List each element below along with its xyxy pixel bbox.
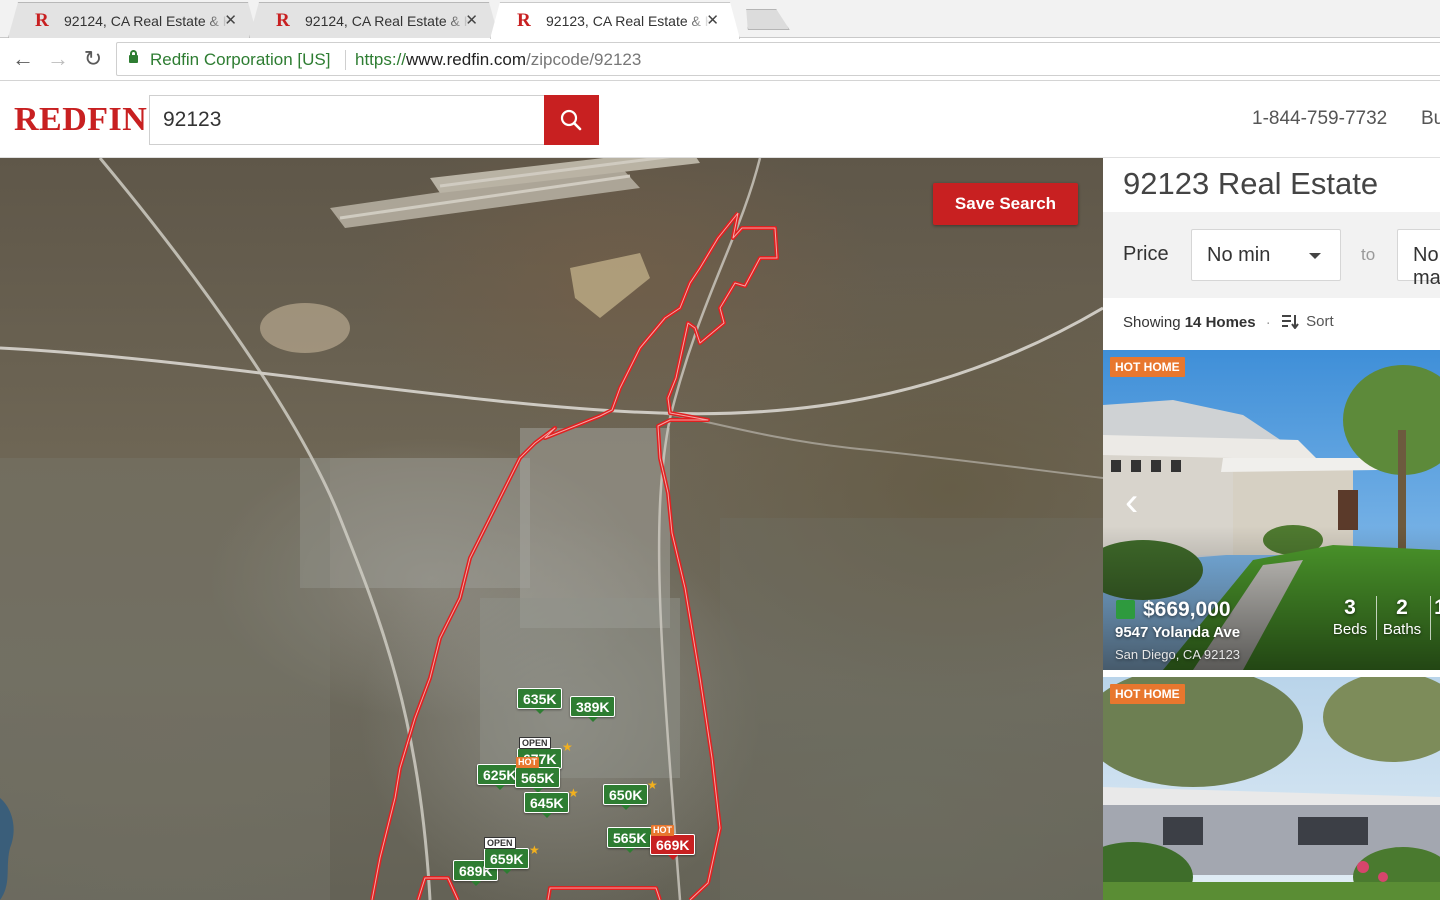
beds-value: 3 [1344,596,1356,619]
results-prefix: Showing [1123,314,1181,331]
results-panel: 92123 Real Estate Price No min to No max… [1103,158,1440,900]
map-price-pin[interactable]: 635K [517,688,563,714]
page-title: 92123 Real Estate [1123,166,1379,201]
tab-title: 92124, CA Real Estate & Homes for Sale [305,13,470,29]
baths-label: Baths [1382,621,1422,638]
listing-card[interactable]: HOT HOME [1103,677,1440,900]
tab-close-icon[interactable]: ✕ [465,11,478,29]
open-house-badge: OPEN [519,737,551,749]
airfield [330,158,700,228]
map-terrain [0,158,1103,900]
browser-tabstrip: R 92124, CA Real Estate & Homes for Sale… [0,0,1440,38]
redfin-favicon-icon: R [35,10,49,31]
sqft-value: 1 [1434,596,1440,620]
house-icon [1116,600,1135,619]
listing-photo [1103,677,1440,900]
tab-close-icon[interactable]: ✕ [706,11,719,29]
price-filter-bar: Price No min to No max [1103,212,1440,298]
price-max-value: No max [1413,244,1440,289]
sort-button[interactable]: Sort [1281,313,1334,330]
map-price-pin[interactable]: 650K [603,784,649,810]
redfin-logo[interactable]: REDFIN [14,101,147,139]
lock-icon [129,50,138,63]
security-label: Redfin Corporation [US] [150,50,331,69]
hot-home-badge: HOT HOME [1110,357,1185,377]
price-max-select[interactable]: No max [1397,229,1440,289]
results-number: 14 Homes [1184,314,1256,331]
forward-arrow-icon[interactable]: → [45,47,71,73]
listing-baths: 2 Baths [1381,596,1423,638]
browser-tab-3-active[interactable]: R 92123, CA Real Estate & Homes for Sale… [490,2,740,39]
redfin-favicon-icon: R [517,10,531,31]
tab-title: 92123, CA Real Estate & Homes for Sale [546,13,711,29]
price-label: Price [1123,243,1169,265]
url-text[interactable]: https://www.redfin.com/zipcode/92123 [355,50,641,70]
url-scheme: https:// [355,50,407,69]
favorite-star-icon: ★ [562,740,573,754]
save-search-button[interactable]: Save Search [933,183,1078,225]
listing-address[interactable]: 9547 Yolanda Ave [1115,624,1240,641]
price-to-label: to [1361,245,1376,264]
favorite-star-icon: ★ [568,786,579,800]
open-house-badge: OPEN [484,837,516,849]
address-divider [345,50,346,70]
photo-prev-chevron-icon[interactable]: ‹ [1125,480,1138,525]
hot-home-badge: HOT HOME [1110,684,1185,704]
map-price-pin[interactable]: 565K [515,767,561,793]
back-arrow-icon[interactable]: ← [10,47,36,73]
hot-badge: HOT [516,757,539,768]
new-tab-button[interactable] [740,9,790,30]
listing-price: $669,000 [1143,598,1231,621]
stat-divider [1430,596,1431,640]
tab-title: 92124, CA Real Estate & Homes for Sale [64,13,229,29]
address-bar[interactable]: Redfin Corporation [US] https://www.redf… [116,42,1440,76]
chevron-down-icon [1309,253,1321,259]
listing-card[interactable]: HOT HOME ‹ $669,000 9547 Yolanda Ave San… [1103,350,1440,670]
browser-toolbar: ← → ↻ Redfin Corporation [US] https://ww… [0,38,1440,81]
sort-icon [1282,315,1299,329]
beds-label: Beds [1332,621,1368,638]
hot-badge: HOT [651,825,674,836]
satellite-map[interactable]: Save Search 635K 389K 677K OPEN ★ 625K 5… [0,158,1103,900]
favorite-star-icon: ★ [647,778,658,792]
map-price-pin[interactable]: 659K [484,848,530,874]
listing-sqft: 1 [1434,596,1440,620]
map-price-pin[interactable]: 389K [570,696,616,722]
phone-number[interactable]: 1-844-759-7732 [1252,108,1387,130]
price-min-select[interactable]: No min [1191,229,1341,281]
reload-icon[interactable]: ↻ [80,47,106,73]
sort-label: Sort [1306,313,1334,330]
url-path: /zipcode/92123 [526,50,642,69]
favorite-star-icon: ★ [529,843,540,857]
search-icon [560,109,582,131]
map-price-pin-selected[interactable]: 669K [650,834,696,860]
location-search-input[interactable] [149,95,545,145]
url-host: www.redfin.com [406,50,527,69]
browser-tab-1[interactable]: R 92124, CA Real Estate & Homes for Sale… [8,2,258,38]
site-header: REDFIN 1-844-759-7732 Bu [0,81,1440,158]
results-count: Showing 14 Homes · [1123,314,1271,331]
listing-city: San Diego, CA 92123 [1115,647,1241,662]
browser-tab-2[interactable]: R 92124, CA Real Estate & Homes for Sale… [249,2,499,38]
redfin-favicon-icon: R [276,10,290,31]
nav-buy-link[interactable]: Bu [1421,108,1440,130]
map-price-pin[interactable]: 565K [607,827,653,853]
tab-close-icon[interactable]: ✕ [224,11,237,29]
stat-divider [1376,596,1377,640]
baths-value: 2 [1396,596,1408,619]
price-min-value: No min [1207,244,1271,266]
listing-beds: 3 Beds [1331,596,1369,638]
map-price-pin[interactable]: 645K [524,792,570,818]
search-button[interactable] [544,95,599,145]
